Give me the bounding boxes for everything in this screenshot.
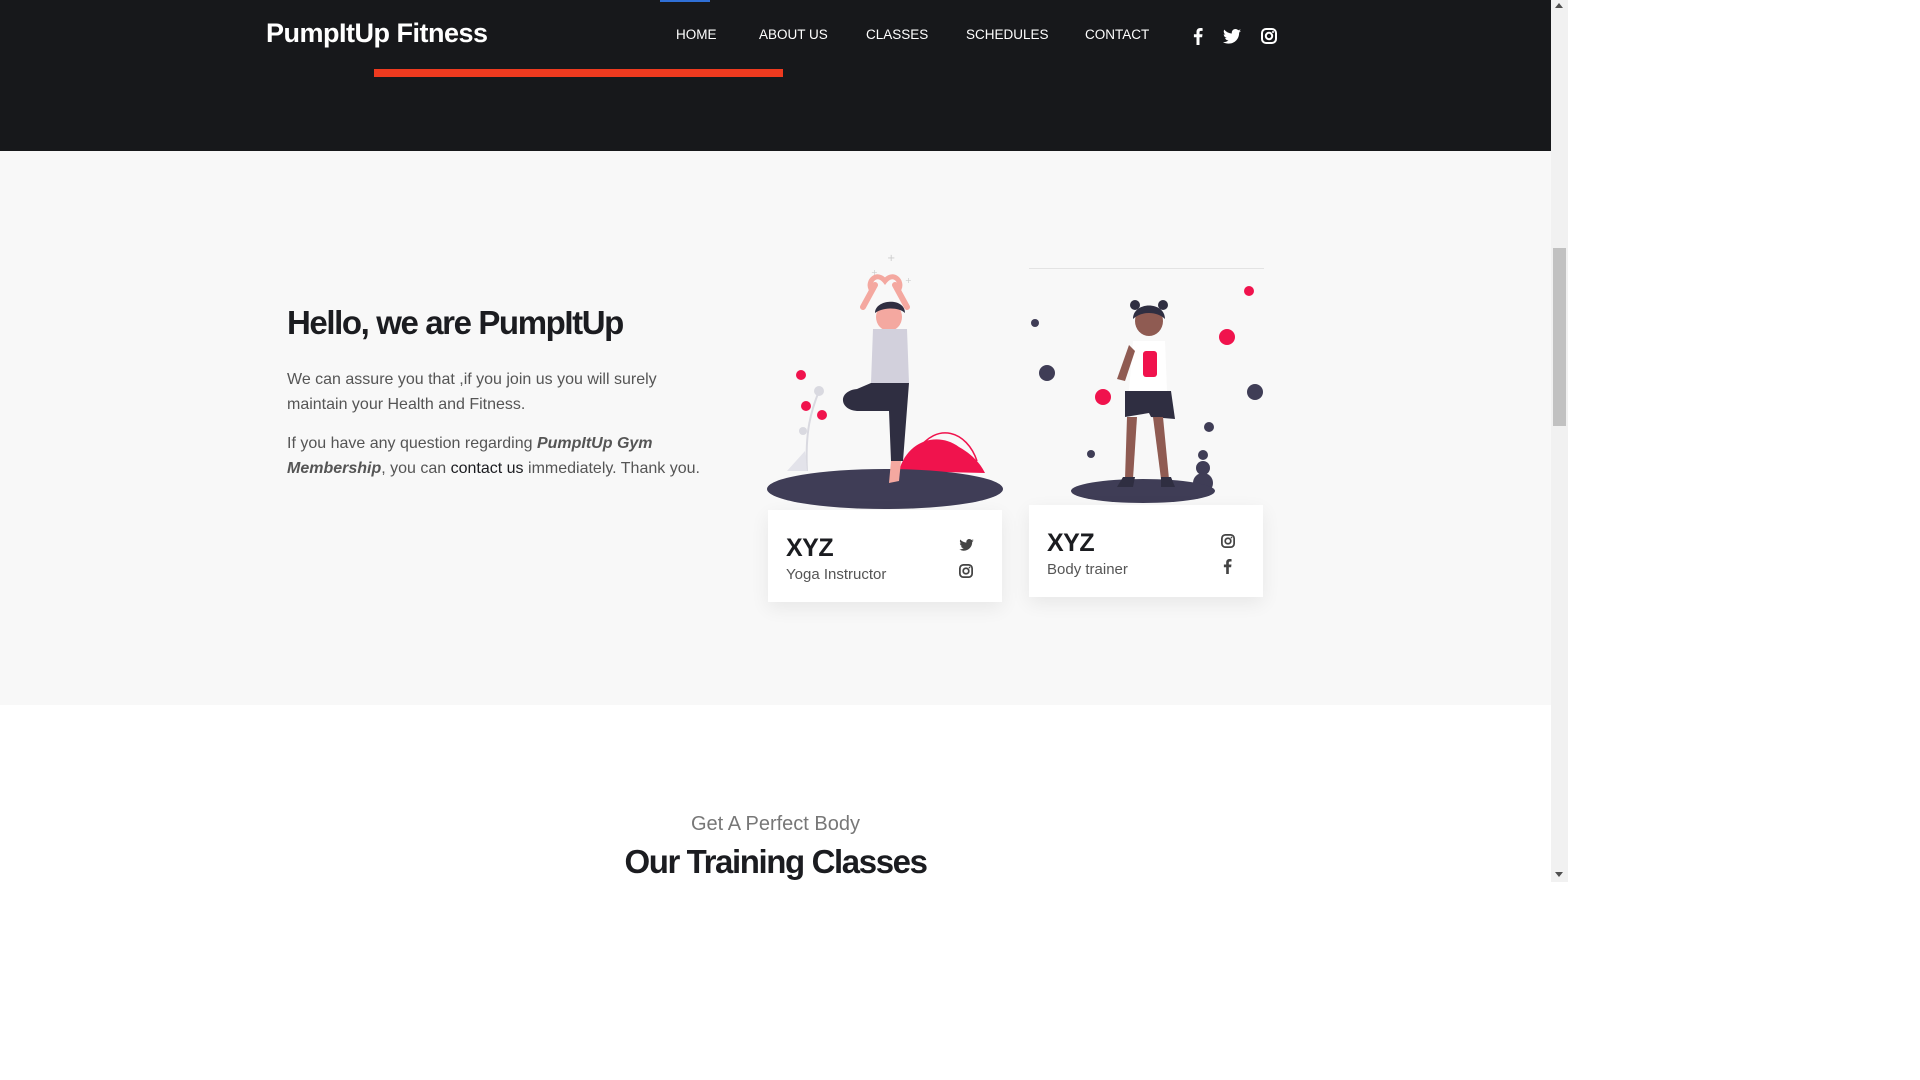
twitter-icon[interactable] bbox=[1222, 26, 1242, 46]
about-paragraph-2: If you have any question regarding PumpI… bbox=[287, 431, 717, 481]
trainer-card-body: XYZ Body trainer bbox=[1029, 505, 1263, 597]
illustration-divider bbox=[1029, 268, 1264, 269]
site-header: PumpItUp Fitness HOME ABOUT US CLASSES S… bbox=[0, 0, 1551, 151]
twitter-icon[interactable] bbox=[957, 536, 975, 554]
about-p2-before: If you have any question regarding bbox=[287, 435, 537, 452]
classes-title: Our Training Classes bbox=[624, 843, 928, 880]
classes-subtitle: Get A Perfect Body bbox=[691, 813, 860, 835]
accent-bar bbox=[374, 69, 783, 77]
main-nav: HOME ABOUT US CLASSES SCHEDULES CONTACT bbox=[0, 27, 1551, 47]
nav-home[interactable]: HOME bbox=[676, 27, 717, 42]
instagram-icon[interactable] bbox=[1259, 26, 1279, 46]
nav-schedules[interactable]: SCHEDULES bbox=[966, 27, 1049, 42]
page-scrollbar[interactable] bbox=[1551, 0, 1568, 882]
facebook-icon[interactable] bbox=[1218, 557, 1236, 575]
scroll-up-arrow-icon[interactable] bbox=[1555, 3, 1563, 8]
trainer-role: Yoga Instructor bbox=[786, 566, 887, 583]
instagram-icon[interactable] bbox=[1219, 532, 1237, 550]
instagram-icon[interactable] bbox=[957, 562, 975, 580]
facebook-icon[interactable] bbox=[1188, 26, 1208, 46]
trainer-name: XYZ bbox=[786, 534, 834, 562]
about-title: Hello, we are PumpItUp bbox=[287, 304, 624, 341]
svg-text:+: + bbox=[905, 276, 912, 285]
scroll-down-arrow-icon[interactable] bbox=[1555, 872, 1563, 877]
about-p2-mid: , you can bbox=[381, 460, 451, 477]
yoga-instructor-illustration: + + + bbox=[767, 253, 1003, 509]
about-p2-after: immediately. Thank you. bbox=[523, 460, 700, 477]
trainer-name: XYZ bbox=[1047, 529, 1095, 557]
body-trainer-illustration bbox=[1031, 286, 1263, 503]
scroll-thumb[interactable] bbox=[1553, 248, 1566, 426]
trainer-role: Body trainer bbox=[1047, 561, 1128, 578]
about-paragraph-1: We can assure you that ,if you join us y… bbox=[287, 371, 657, 413]
nav-contact[interactable]: CONTACT bbox=[1085, 27, 1149, 42]
trainer-card-yoga: XYZ Yoga Instructor bbox=[768, 510, 1002, 602]
contact-us-link[interactable]: contact us bbox=[451, 460, 524, 477]
about-section: Hello, we are PumpItUp We can assure you… bbox=[0, 151, 1551, 705]
svg-text:+: + bbox=[887, 253, 895, 264]
nav-about-us[interactable]: ABOUT US bbox=[759, 27, 828, 42]
nav-classes[interactable]: CLASSES bbox=[866, 27, 928, 42]
nav-active-indicator bbox=[660, 0, 710, 2]
